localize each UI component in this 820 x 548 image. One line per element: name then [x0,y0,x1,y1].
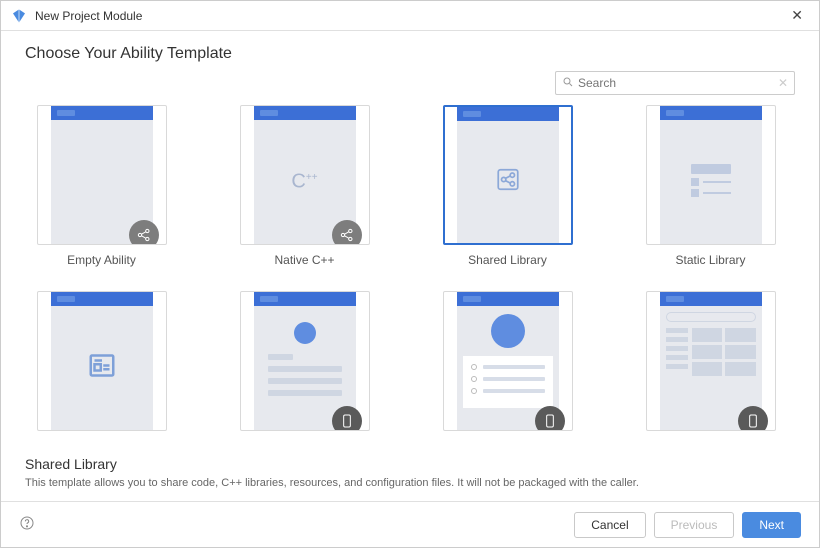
login-preview [254,306,356,430]
search-row: ✕ [25,71,795,95]
template-card-shared-library[interactable]: Shared Library [431,105,584,275]
share-badge-icon [129,220,159,245]
app-logo-icon [11,8,27,24]
dialog-window: New Project Module ✕ Choose Your Ability… [0,0,820,548]
content-area: Choose Your Ability Template ✕ [1,31,819,501]
cancel-button[interactable]: Cancel [574,512,645,538]
news-icon [87,351,117,386]
template-card-native-cpp[interactable]: C++ Native C++ [228,105,381,275]
search-input[interactable] [578,76,778,90]
phone-badge-icon [738,406,768,431]
footer: Cancel Previous Next [1,501,819,547]
category-preview [660,306,762,430]
help-icon[interactable] [19,515,35,534]
close-icon[interactable]: ✕ [785,5,809,26]
clear-icon[interactable]: ✕ [778,76,788,90]
template-card-login[interactable] [228,291,381,447]
phone-badge-icon [535,406,565,431]
template-card-news[interactable] [25,291,178,447]
template-card-category[interactable] [634,291,787,447]
description-title: Shared Library [25,456,795,472]
description-text: This template allows you to share code, … [25,476,795,491]
template-description: Shared Library This template allows you … [25,448,795,491]
template-card-static-library[interactable]: Static Library [634,105,787,275]
template-label: Static Library [675,253,745,267]
page-heading: Choose Your Ability Template [25,45,795,63]
template-label: Empty Ability [67,253,136,267]
previous-button[interactable]: Previous [654,512,735,538]
template-label: Shared Library [468,253,547,267]
template-gallery: Empty Ability C++ [25,105,795,448]
template-card-about[interactable] [431,291,584,447]
search-icon [562,76,574,91]
next-button[interactable]: Next [742,512,801,538]
about-preview [457,306,559,430]
window-title: New Project Module [35,9,785,23]
share-badge-icon [332,220,362,245]
share-icon [495,167,521,198]
static-library-icon [691,164,731,200]
cpp-icon: C++ [291,171,317,194]
search-box[interactable]: ✕ [555,71,795,95]
titlebar: New Project Module ✕ [1,1,819,31]
template-label: Native C++ [274,253,334,267]
gallery-wrap: Empty Ability C++ [25,105,795,448]
phone-badge-icon [332,406,362,431]
template-card-empty-ability[interactable]: Empty Ability [25,105,178,275]
